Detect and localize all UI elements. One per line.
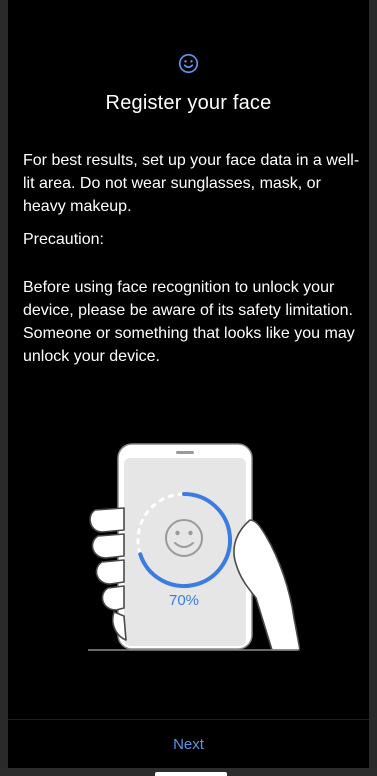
left-hand: [89, 507, 127, 641]
home-indicator[interactable]: [155, 772, 227, 776]
instructions-text: For best results, set up your face data …: [23, 152, 360, 215]
phone-earpiece: [176, 451, 194, 454]
next-button[interactable]: Next: [8, 720, 369, 768]
progress-percentage: 70%: [169, 592, 199, 609]
page-title: Register your face: [105, 92, 272, 114]
left-edge-strip: [0, 0, 8, 776]
precaution-heading: Precaution:: [23, 231, 104, 248]
smiley-face-icon: [178, 53, 199, 74]
precaution-text: Before using face recognition to unlock …: [23, 279, 355, 365]
face-registration-illustration: 70%: [88, 443, 300, 651]
setup-screen: Register your face For best results, set…: [0, 0, 377, 776]
right-edge-strip: [369, 0, 377, 776]
